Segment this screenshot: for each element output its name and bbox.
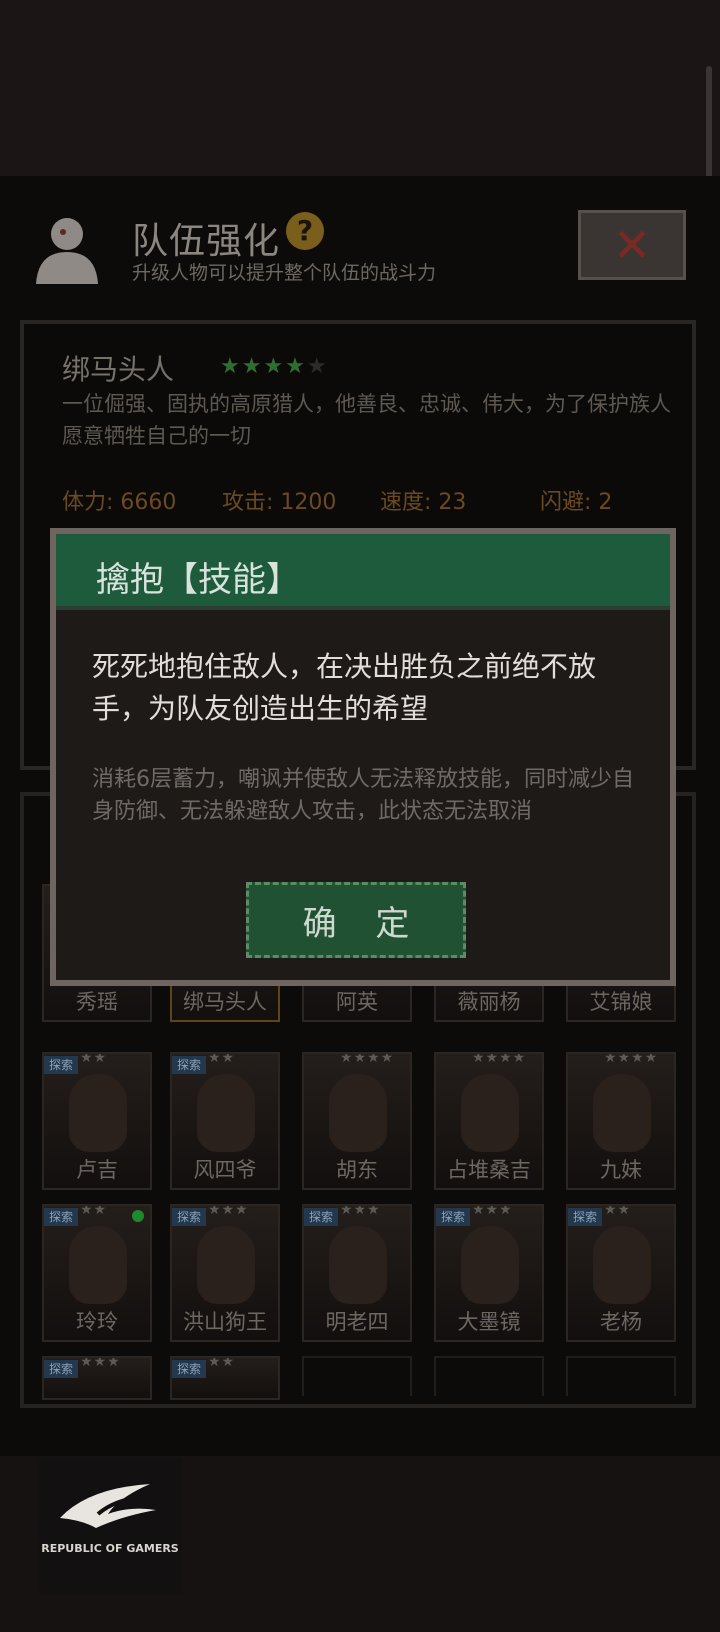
dialog-title: 擒抱【技能】 xyxy=(96,560,300,600)
character-card[interactable]: 探索 ★★★ xyxy=(42,1356,152,1400)
character-name: 绑马头人 xyxy=(62,353,175,386)
character-card[interactable]: ★★★★ 胡东 xyxy=(302,1052,412,1190)
character-card-name: 老杨 xyxy=(600,1310,642,1334)
page-title: 队伍强化 xyxy=(132,221,281,262)
character-card[interactable]: ★★★★ 占堆桑吉 xyxy=(434,1052,544,1190)
character-card[interactable]: 探索 ★★ 老杨 xyxy=(566,1204,676,1342)
character-card-name: 薇丽杨 xyxy=(457,990,521,1014)
empty-slot xyxy=(302,1356,412,1396)
character-card-name: 卢吉 xyxy=(76,1158,118,1182)
portrait xyxy=(593,1226,651,1304)
portrait xyxy=(69,1226,127,1304)
close-icon: ✕ xyxy=(612,218,652,272)
character-description: 一位倔强、固执的高原猎人，他善良、忠诚、伟大，为了保护族人愿意牺牲自己的一切 xyxy=(62,392,671,448)
card-stars: ★★ xyxy=(604,1204,632,1218)
portrait xyxy=(69,1074,127,1152)
explore-tag: 探索 xyxy=(436,1208,470,1226)
help-icon[interactable]: ? xyxy=(286,212,324,250)
card-stars: ★★★★ xyxy=(604,1052,659,1066)
stat-stamina: 体力: 6660 xyxy=(62,490,177,515)
empty-slot xyxy=(434,1356,544,1396)
character-card-name: 艾锦娘 xyxy=(589,990,653,1014)
explore-tag: 探索 xyxy=(568,1208,602,1226)
empty-slot xyxy=(566,1356,676,1396)
card-stars: ★★★ xyxy=(208,1204,249,1218)
close-button[interactable]: ✕ xyxy=(578,210,686,280)
portrait xyxy=(197,1074,255,1152)
character-card[interactable]: 探索 ★★ 风四爷 xyxy=(170,1052,280,1190)
character-stars: ★★★★★ xyxy=(220,354,329,379)
card-stars: ★★★★ xyxy=(340,1052,395,1066)
stat-dodge: 闪避: 2 xyxy=(540,490,613,515)
stat-speed: 速度: 23 xyxy=(380,490,467,515)
character-card-name: 大墨镜 xyxy=(457,1310,521,1334)
character-card[interactable]: 探索 ★★ 卢吉 xyxy=(42,1052,152,1190)
explore-tag: 探索 xyxy=(44,1208,78,1226)
portrait xyxy=(197,1226,255,1304)
scroll-indicator xyxy=(706,66,712,186)
card-stars: ★★★ xyxy=(340,1204,381,1218)
character-card-name: 绑马头人 xyxy=(183,990,267,1014)
character-card[interactable]: 探索 ★★★ 洪山狗王 xyxy=(170,1204,280,1342)
character-card-name: 明老四 xyxy=(325,1310,389,1334)
portrait xyxy=(461,1226,519,1304)
character-card-name: 洪山狗王 xyxy=(183,1310,267,1334)
character-card-name: 秀瑶 xyxy=(76,990,118,1014)
card-stars: ★★★ xyxy=(472,1204,513,1218)
character-card-name: 玲玲 xyxy=(76,1310,118,1334)
skill-description: 死死地抱住敌人，在决出胜负之前绝不放手，为队友创造出生的希望 xyxy=(92,650,597,725)
rog-logo: REPUBLIC OF GAMERS xyxy=(38,1458,182,1594)
card-stars: ★★ xyxy=(208,1052,236,1066)
character-card-name: 胡东 xyxy=(336,1158,378,1182)
portrait xyxy=(461,1074,519,1152)
card-stars: ★★ xyxy=(80,1204,108,1218)
character-card-name: 九妹 xyxy=(600,1158,642,1182)
character-card-name: 风四爷 xyxy=(193,1158,257,1182)
character-card[interactable]: 探索 ★★ xyxy=(170,1356,280,1400)
stat-attack: 攻击: 1200 xyxy=(222,490,337,515)
explore-tag: 探索 xyxy=(172,1056,206,1074)
card-stars: ★★ xyxy=(208,1356,236,1370)
confirm-button-label: 确 定 xyxy=(302,903,424,944)
top-bar xyxy=(0,0,720,176)
rog-eye-icon xyxy=(60,1484,156,1528)
character-card[interactable]: ★★★★ 九妹 xyxy=(566,1052,676,1190)
avatar-icon xyxy=(30,212,104,284)
explore-tag: 探索 xyxy=(304,1208,338,1226)
explore-tag: 探索 xyxy=(44,1360,78,1378)
portrait xyxy=(329,1074,387,1152)
skill-effect-detail: 消耗6层蓄力，嘲讽并使敌人无法释放技能，同时减少自身防御、无法躲避敌人攻击，此状… xyxy=(92,767,634,824)
explore-tag: 探索 xyxy=(172,1208,206,1226)
confirm-button[interactable]: 确 定 xyxy=(246,882,466,958)
explore-tag: 探索 xyxy=(172,1360,206,1378)
dialog-header: 擒抱【技能】 xyxy=(56,534,670,610)
new-indicator-dot xyxy=(132,1210,144,1222)
card-stars: ★★ xyxy=(80,1052,108,1066)
character-card[interactable]: 探索 ★★★ 大墨镜 xyxy=(434,1204,544,1342)
card-stars: ★★★ xyxy=(80,1356,121,1370)
page-subtitle: 升级人物可以提升整个队伍的战斗力 xyxy=(132,262,437,284)
rog-brand-text: REPUBLIC OF GAMERS xyxy=(41,1542,179,1555)
character-card-name: 阿英 xyxy=(336,990,378,1014)
character-card[interactable]: 探索 ★★★ 明老四 xyxy=(302,1204,412,1342)
explore-tag: 探索 xyxy=(44,1056,78,1074)
card-stars: ★★★★ xyxy=(472,1052,527,1066)
character-card[interactable]: 探索 ★★ 玲玲 xyxy=(42,1204,152,1342)
portrait xyxy=(593,1074,651,1152)
portrait xyxy=(329,1226,387,1304)
character-card-name: 占堆桑吉 xyxy=(447,1158,531,1182)
skill-dialog: 擒抱【技能】 死死地抱住敌人，在决出胜负之前绝不放手，为队友创造出生的希望 消耗… xyxy=(50,528,676,986)
